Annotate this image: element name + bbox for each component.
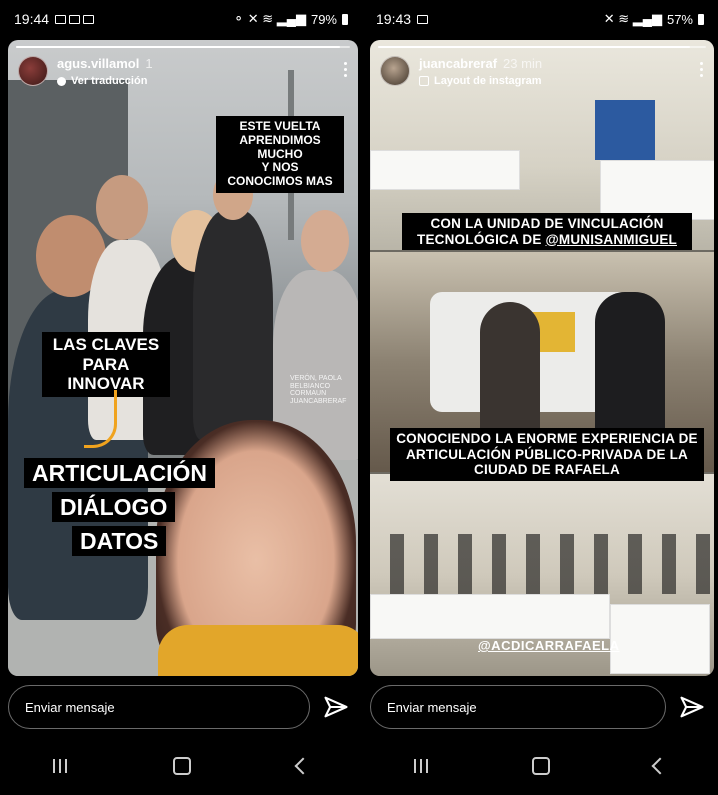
app-icon <box>417 14 429 24</box>
story-progress-bar <box>378 46 706 48</box>
story-view[interactable]: juancabreraf 23 min Layout de instagram C… <box>370 40 714 676</box>
paper-plane-icon[interactable] <box>322 693 350 721</box>
battery-percent: 79% <box>310 11 337 27</box>
translate-icon <box>57 76 66 86</box>
signal-icons: ⚬ ✕ ≋ ▂▄▆ <box>233 11 306 26</box>
table-photo <box>600 160 714 220</box>
person-photo <box>193 210 273 440</box>
see-translation-link[interactable]: Ver traducción <box>71 75 147 87</box>
back-icon[interactable] <box>294 757 312 775</box>
right-phone-screen: 19:43 ✕ ≋ ▂▄▆ 57% juancabreraf 23 min La… <box>362 0 718 795</box>
status-time: 19:44 <box>14 11 50 27</box>
reply-bar: Enviar mensaje <box>370 682 710 732</box>
status-time: 19:43 <box>376 11 412 27</box>
left-phone-screen: 19:44 ⚬ ✕ ≋ ▂▄▆ 79% agus.villamol 1 Ver … <box>0 0 362 795</box>
send-message-input[interactable]: Enviar mensaje <box>8 685 310 729</box>
more-vertical-icon[interactable] <box>344 56 348 77</box>
back-icon[interactable] <box>651 757 669 775</box>
story-text-tag: LAS CLAVES PARA INNOVAR <box>42 332 170 397</box>
layout-link[interactable]: Layout de instagram <box>434 75 542 87</box>
home-icon[interactable] <box>532 757 550 775</box>
story-age: 1 <box>145 56 153 71</box>
story-text-tag: CONOCIENDO LA ENORME EXPERIENCIA DE ARTI… <box>390 428 704 481</box>
people-row-photo <box>390 534 710 594</box>
story-text-tag: ESTE VUELTA APRENDIMOS MUCHO Y NOS CONOC… <box>216 116 344 193</box>
status-right: ⚬ ✕ ≋ ▂▄▆ 79% <box>233 11 348 27</box>
paper-plane-icon[interactable] <box>678 693 706 721</box>
story-header: agus.villamol 1 Ver traducción <box>18 56 348 92</box>
battery-percent: 57% <box>666 11 693 27</box>
reply-bar: Enviar mensaje <box>8 682 354 732</box>
notification-icons <box>417 14 429 24</box>
battery-icon <box>342 13 348 25</box>
table-photo <box>610 604 710 674</box>
story-header-text: agus.villamol 1 Ver traducción <box>57 56 153 87</box>
avatar[interactable] <box>18 56 48 86</box>
gallery-icon <box>55 14 67 24</box>
story-text-tag: DIÁLOGO <box>52 492 176 523</box>
story-view[interactable]: agus.villamol 1 Ver traducción ESTE VUELT… <box>8 40 358 676</box>
banner-photo <box>595 100 655 160</box>
status-bar: 19:43 ✕ ≋ ▂▄▆ 57% <box>362 0 718 38</box>
story-age: 23 min <box>503 56 543 71</box>
translation-row[interactable]: Ver traducción <box>57 75 153 87</box>
scarf-photo <box>158 625 358 676</box>
table-photo <box>370 594 610 639</box>
username-row: juancabreraf 23 min <box>419 56 542 71</box>
story-progress-bar <box>16 46 350 48</box>
story-progress-fill <box>16 46 340 48</box>
recent-apps-icon[interactable] <box>53 759 67 773</box>
username-row: agus.villamol 1 <box>57 56 153 71</box>
username[interactable]: agus.villamol <box>57 56 139 71</box>
layout-icon <box>419 76 429 86</box>
recent-apps-icon[interactable] <box>414 759 428 773</box>
home-icon[interactable] <box>173 757 191 775</box>
mail-icon <box>69 14 81 24</box>
story-text-tag: ARTICULACIÓN <box>24 458 216 489</box>
android-nav-bar <box>362 737 718 795</box>
photo-credit-text: VERÓN, PAOLA BELBIANCO CORMAUN JUANCABRE… <box>290 375 347 406</box>
notification-icons <box>55 14 95 24</box>
story-progress-fill <box>378 46 690 48</box>
story-text-tag: DATOS <box>72 526 167 557</box>
send-message-input[interactable]: Enviar mensaje <box>370 685 666 729</box>
avatar[interactable] <box>380 56 410 86</box>
layout-row[interactable]: Layout de instagram <box>419 75 542 87</box>
mention-link[interactable]: @MUNISANMIGUEL <box>546 232 677 247</box>
status-bar: 19:44 ⚬ ✕ ≋ ▂▄▆ 79% <box>0 0 362 38</box>
person-photo <box>96 175 148 240</box>
mention-link[interactable]: @ACDICARRAFAELA <box>478 638 620 653</box>
signal-icons: ✕ ≋ ▂▄▆ <box>603 11 662 26</box>
android-nav-bar <box>0 737 362 795</box>
story-text-tag: CON LA UNIDAD DE VINCULACIÓN TECNOLÓGICA… <box>402 213 692 251</box>
battery-icon <box>698 13 704 25</box>
app-icon <box>83 14 95 24</box>
more-vertical-icon[interactable] <box>700 56 704 77</box>
story-header-text: juancabreraf 23 min Layout de instagram <box>419 56 542 87</box>
person-photo <box>301 210 349 272</box>
status-right: ✕ ≋ ▂▄▆ 57% <box>604 11 704 27</box>
table-photo <box>370 150 520 190</box>
username[interactable]: juancabreraf <box>419 56 497 71</box>
story-header: juancabreraf 23 min Layout de instagram <box>380 56 704 92</box>
